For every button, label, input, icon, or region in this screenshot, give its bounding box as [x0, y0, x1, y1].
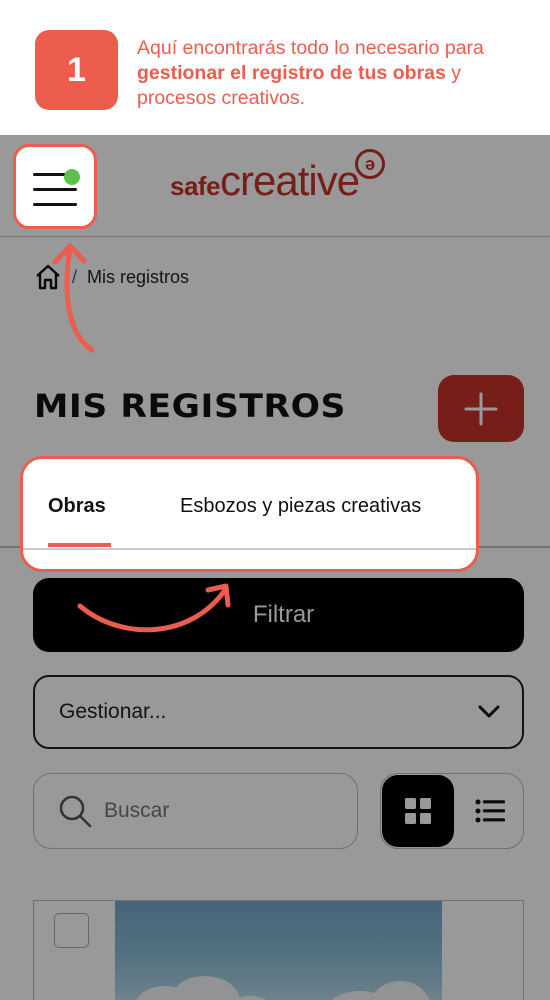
work-card[interactable]: [33, 900, 524, 1000]
list-view-icon: [475, 799, 505, 823]
grid-view-icon: [405, 798, 431, 824]
plus-icon: [464, 392, 498, 425]
grid-view-button[interactable]: [382, 775, 454, 847]
tabs-bar: Obras Esbozos y piezas creativas: [20, 456, 479, 572]
filter-button[interactable]: Filtrar: [33, 578, 524, 652]
search-input[interactable]: Buscar: [33, 773, 358, 849]
page-title: MIS REGISTROS: [34, 387, 346, 425]
notification-dot: [64, 169, 80, 185]
tutorial-text-bold: gestionar el registro de tus obras: [137, 62, 446, 84]
home-icon[interactable]: [34, 263, 62, 291]
logo-main: creative: [220, 157, 360, 204]
tab-obras[interactable]: Obras: [48, 495, 106, 518]
add-record-button[interactable]: [438, 375, 524, 442]
logo-prefix: safe: [170, 171, 221, 201]
menu-button[interactable]: [13, 144, 97, 229]
search-icon: [59, 795, 92, 828]
tab-bar-line: [23, 548, 476, 550]
tab-esbozos[interactable]: Esbozos y piezas creativas: [180, 495, 421, 518]
card-checkbox[interactable]: [54, 913, 89, 948]
breadcrumb: / Mis registros: [34, 263, 189, 291]
tutorial-banner: 1 Aquí encontrarás todo lo necesario par…: [0, 0, 550, 135]
tutorial-text: Aquí encontrarás todo lo necesario para …: [137, 36, 537, 111]
breadcrumb-current: Mis registros: [87, 266, 190, 287]
chevron-down-icon: [478, 705, 500, 718]
breadcrumb-separator: /: [72, 266, 78, 287]
safe-creative-logo[interactable]: safe creative ə: [170, 149, 385, 217]
logo-mark-icon: ə: [355, 149, 385, 179]
list-view-button[interactable]: [459, 775, 521, 847]
manage-select-value: Gestionar...: [59, 700, 167, 723]
manage-select[interactable]: Gestionar...: [33, 675, 524, 749]
search-placeholder: Buscar: [104, 799, 170, 822]
active-tab-indicator: [48, 543, 111, 547]
tutorial-text-intro: Aquí encontrarás todo lo necesario para: [137, 37, 484, 59]
view-toggle: [380, 773, 524, 849]
work-thumbnail[interactable]: [115, 901, 442, 1000]
step-number-badge: 1: [35, 30, 118, 110]
